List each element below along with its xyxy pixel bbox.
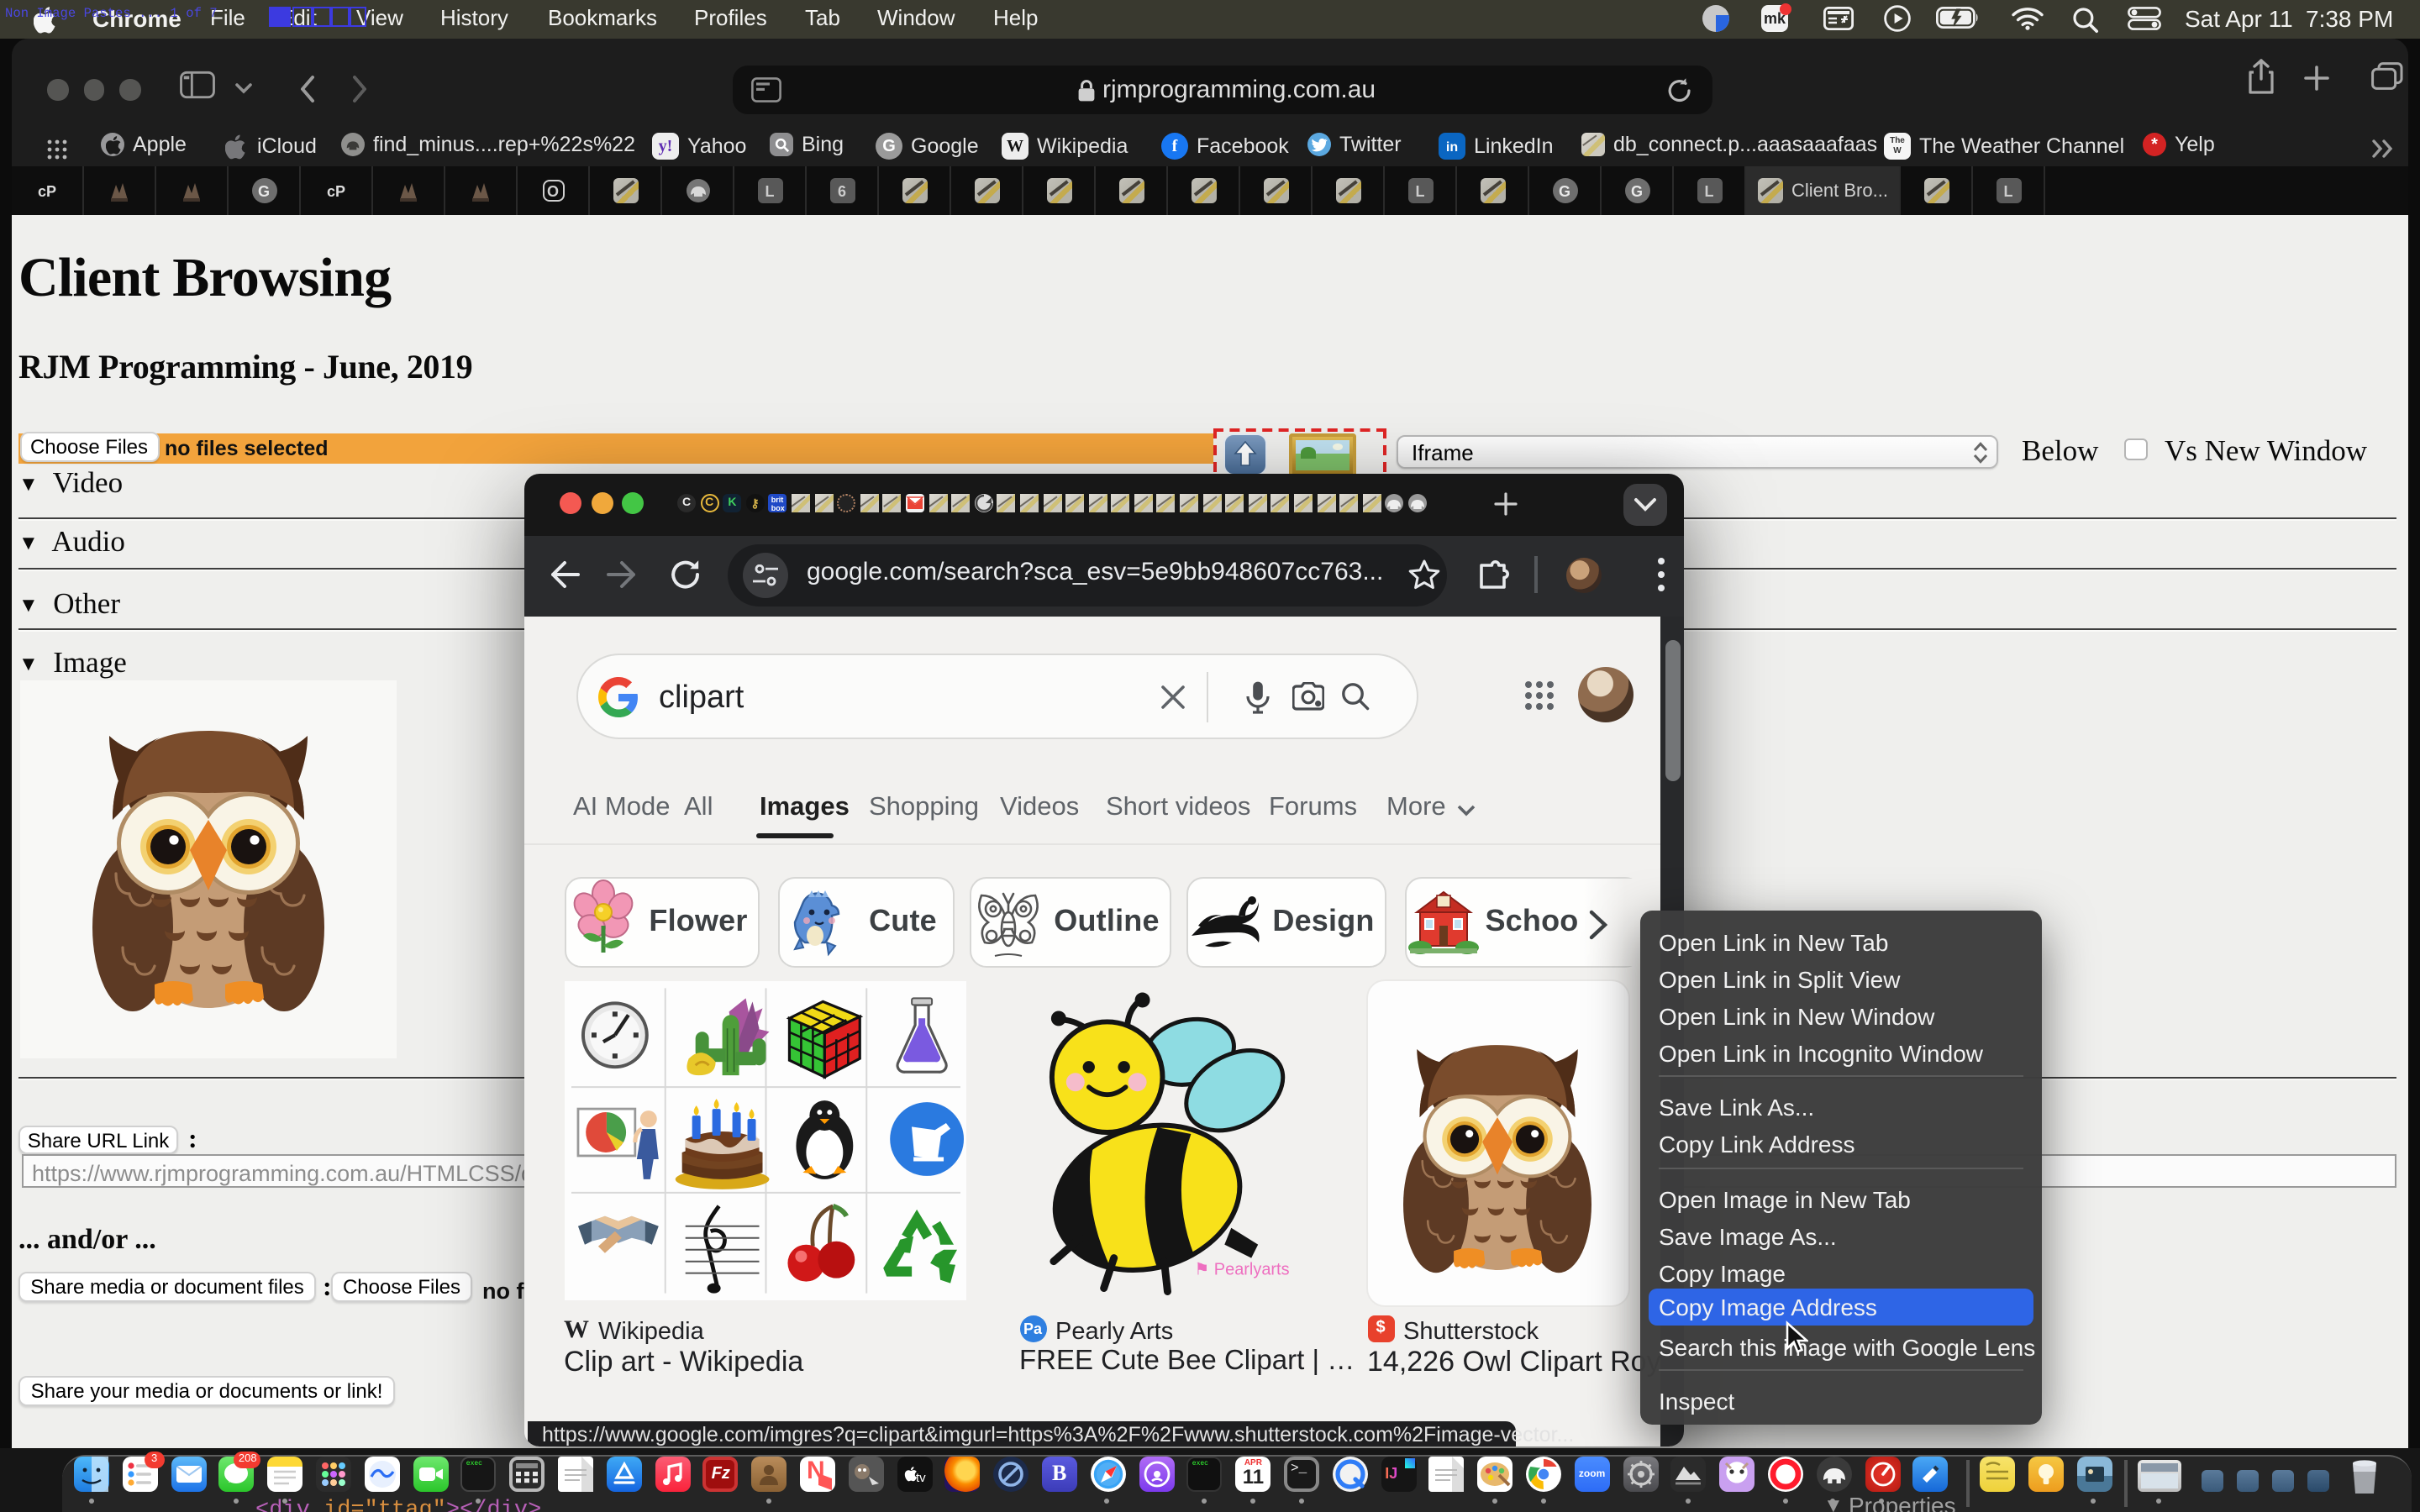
svg-text:tv: tv [915,1471,925,1485]
svg-text:⚑ Pearlyarts: ⚑ Pearlyarts [1193,1260,1288,1278]
